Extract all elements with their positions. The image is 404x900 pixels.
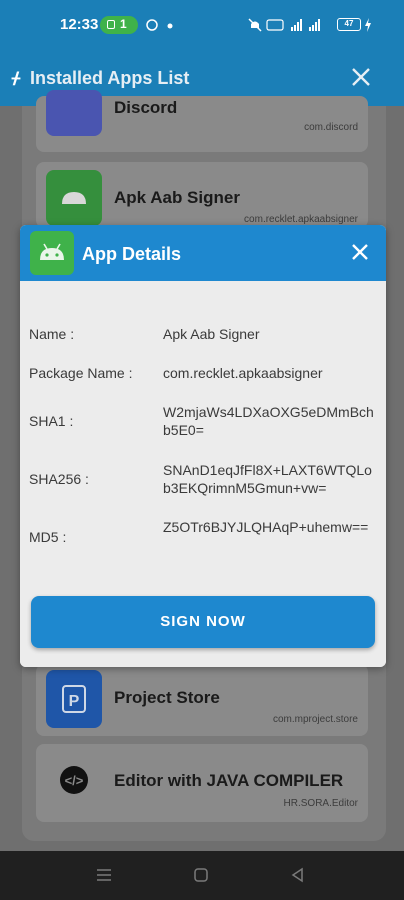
- android-robot-icon: [46, 170, 102, 226]
- list-item[interactable]: </> Editor with JAVA COMPILER HR.SORA.Ed…: [36, 744, 368, 822]
- volte-icon: [266, 19, 284, 31]
- app-package: HR.SORA.Editor: [283, 798, 358, 809]
- status-time: 12:33: [60, 16, 99, 33]
- app-name: Discord: [114, 98, 178, 117]
- app-package: com.mproject.store: [272, 714, 358, 725]
- ongoing-call-chip[interactable]: 1: [100, 16, 138, 34]
- call-count: 1: [120, 17, 127, 31]
- name-label: Name :: [29, 326, 75, 342]
- discord-logo-icon: [46, 90, 102, 136]
- whatsapp-icon: [146, 19, 158, 31]
- system-nav-bar: [0, 851, 404, 900]
- dialog-title: App Details: [82, 244, 182, 264]
- close-icon[interactable]: [350, 242, 370, 262]
- phone-icon: [107, 20, 115, 29]
- name-value: Apk Aab Signer: [163, 326, 260, 342]
- svg-text:P: P: [69, 693, 80, 710]
- recent-apps-menu-icon[interactable]: [96, 867, 112, 883]
- dialog-header: App Details: [20, 225, 386, 281]
- code-brackets-icon: </>: [46, 752, 102, 808]
- md5-value: Z5OTr6BJYJLQHAqP+uhemw==: [163, 519, 369, 535]
- sha1-value: W2mjaWs4LDXaOXG5eDMmBchb5E0=: [163, 404, 374, 438]
- svg-text:</>: </>: [65, 773, 84, 788]
- battery-indicator: 47: [337, 18, 361, 31]
- app-details-dialog: App Details Name : Apk Aab Signer Packag…: [20, 225, 386, 667]
- md5-label: MD5 :: [29, 529, 67, 545]
- close-icon[interactable]: [350, 66, 372, 88]
- sha1-label: SHA1 :: [29, 413, 74, 429]
- app-package: com.discord: [304, 122, 358, 133]
- project-store-p-icon: P: [46, 670, 102, 728]
- status-bar: 12:33 1 47: [0, 0, 404, 50]
- back-triangle-icon[interactable]: [290, 867, 306, 883]
- sha256-label: SHA256 :: [29, 471, 89, 487]
- app-logo-icon: ᚋ: [12, 70, 20, 87]
- package-name-label: Package Name :: [29, 365, 133, 381]
- page-title: Installed Apps List: [30, 68, 190, 88]
- list-item[interactable]: Apk Aab Signer com.recklet.apkaabsigner: [36, 162, 368, 228]
- dot-icon: [167, 23, 173, 29]
- list-item[interactable]: Discord com.discord: [36, 90, 368, 152]
- signal-icon-2: [309, 19, 320, 31]
- sign-now-button[interactable]: SIGN NOW: [31, 596, 375, 648]
- charging-bolt-icon: [365, 18, 371, 32]
- mute-bell-icon: [248, 18, 262, 32]
- home-square-icon[interactable]: [193, 867, 209, 883]
- app-name: Apk Aab Signer: [114, 188, 240, 207]
- app-name: Editor with JAVA COMPILER: [114, 771, 344, 790]
- app-name: Project Store: [114, 688, 220, 707]
- signal-icon-1: [291, 19, 302, 31]
- package-name-value: com.recklet.apkaabsigner: [163, 365, 323, 381]
- sha256-value: SNAnD1eqJfFl8X+LAXT6WTQLob3EKQrimnM5Gmun…: [163, 462, 372, 496]
- list-item[interactable]: P Project Store com.mproject.store: [36, 664, 368, 736]
- app-package: com.recklet.apkaabsigner: [244, 214, 358, 225]
- android-robot-icon: [30, 231, 74, 275]
